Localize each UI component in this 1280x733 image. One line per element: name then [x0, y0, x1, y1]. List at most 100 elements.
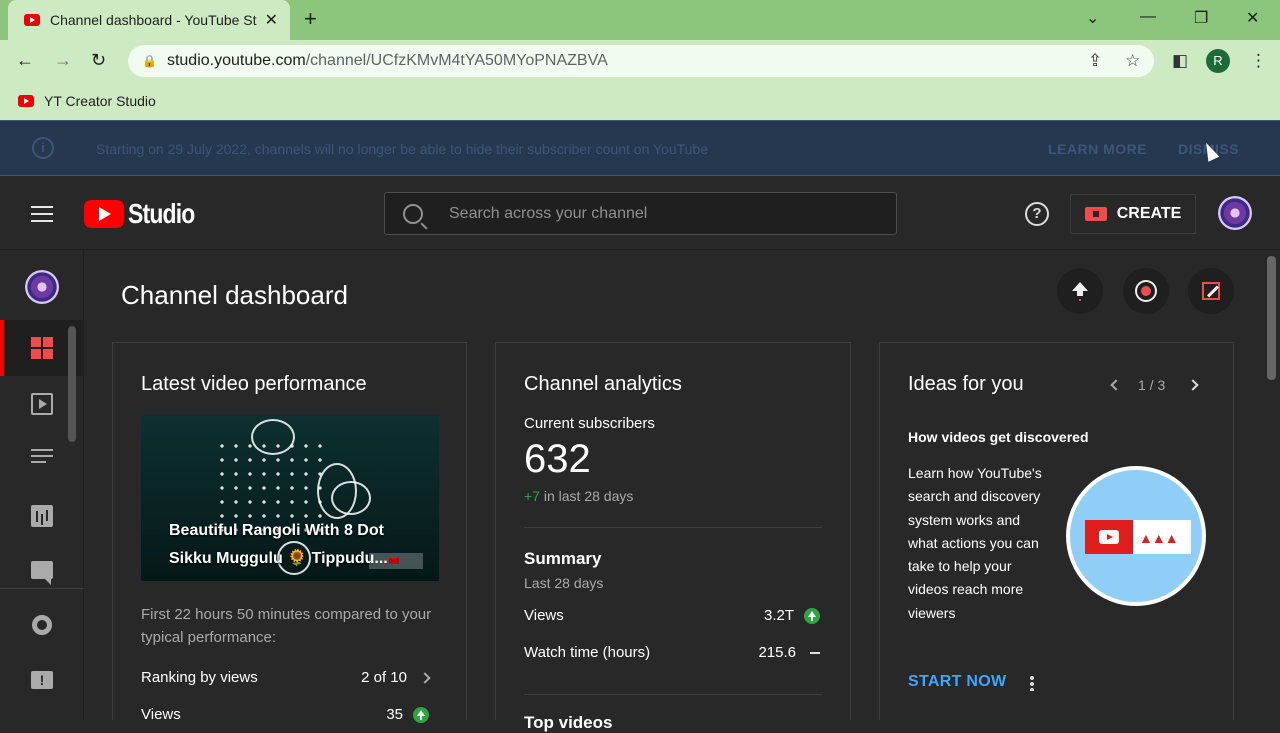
new-tab-icon[interactable]: + — [304, 6, 317, 32]
discovery-illustration: ▲▲▲ — [1066, 466, 1206, 606]
edit-post-icon — [1202, 282, 1220, 300]
help-icon[interactable]: ? — [1025, 202, 1049, 226]
subscribers-label: Current subscribers — [524, 415, 655, 432]
idea-body: Learn how YouTube's search and discovery… — [908, 465, 1042, 621]
browser-tabbar: Channel dashboard - YouTube Studio ✕ + ⌄… — [0, 0, 1280, 40]
browser-tab-active[interactable]: Channel dashboard - YouTube Studio ✕ — [8, 0, 290, 40]
views-label: Views — [141, 706, 181, 724]
comments-icon — [31, 561, 53, 585]
restore-icon[interactable]: ❐ — [1194, 8, 1208, 28]
ideas-pager-text: 1 / 3 — [1138, 377, 1166, 393]
watch-time-value: 215.6 — [758, 644, 796, 661]
sidebar-divider — [0, 588, 84, 589]
chevron-left-icon[interactable] — [1110, 379, 1122, 391]
subscribers-delta-suffix: in last 28 days — [539, 488, 634, 504]
ranking-value: 2 of 10 — [361, 669, 407, 686]
ranking-row[interactable]: Ranking by views 2 of 10 — [141, 669, 435, 686]
tab-title: Channel dashboard - YouTube Studio — [50, 12, 257, 28]
address-bar[interactable]: 🔒 studio.youtube.com/channel/UCfzKMvM4tY… — [128, 45, 1154, 77]
hamburger-menu-icon[interactable] — [31, 206, 53, 222]
analytics-views-label: Views — [524, 607, 564, 625]
youtube-logo-icon — [1085, 520, 1133, 554]
arrow-up-icon — [804, 608, 820, 625]
side-panel-icon[interactable]: ◧ — [1172, 51, 1188, 71]
lock-icon[interactable]: 🔒 — [142, 54, 157, 68]
playlists-icon — [31, 449, 53, 471]
chevron-right-icon[interactable] — [1187, 379, 1199, 391]
bookmark-yt-creator-studio[interactable]: YT Creator Studio — [44, 93, 156, 109]
analytics-divider — [524, 694, 822, 695]
thumbnail-progress-bar — [369, 553, 423, 569]
latest-video-title: Latest video performance — [141, 373, 367, 395]
tab-close-icon[interactable]: ✕ — [265, 10, 278, 30]
thumbnail-loop-shape — [251, 419, 295, 455]
bookmark-star-icon[interactable]: ☆ — [1125, 51, 1140, 71]
sidebar-item-feedback[interactable]: ! — [0, 654, 84, 706]
studio-logo[interactable]: Studio — [84, 198, 209, 230]
share-icon[interactable]: ⇪ — [1088, 51, 1102, 71]
tab-search-chevron-icon[interactable]: ⌄ — [1086, 8, 1099, 28]
latest-video-card: Latest video performance Beautiful Rango… — [112, 342, 467, 724]
bookmarks-bar: YT Creator Studio — [0, 82, 1280, 120]
close-window-icon[interactable]: ✕ — [1246, 8, 1259, 28]
back-icon[interactable]: ← — [16, 50, 34, 71]
create-button[interactable]: CREATE — [1070, 194, 1196, 234]
banner-message: Starting on 29 July 2022, channels will … — [96, 141, 709, 157]
dashboard-icon — [31, 337, 53, 359]
watch-time-label: Watch time (hours) — [524, 644, 651, 661]
upload-button[interactable] — [1057, 268, 1103, 314]
go-live-button[interactable] — [1123, 268, 1169, 314]
no-change-icon — [810, 652, 820, 655]
gear-icon — [32, 615, 52, 635]
analytics-views-row: Views 3.2T — [524, 607, 820, 625]
idea-title: How videos get discovered — [908, 429, 1089, 445]
sidebar: ! — [0, 250, 84, 720]
sidebar-item-analytics[interactable] — [0, 490, 84, 542]
reload-icon[interactable]: ↻ — [91, 50, 106, 71]
thumbnail-loop-shape — [331, 481, 371, 515]
browser-profile-avatar[interactable]: R — [1206, 49, 1230, 73]
url-host: studio.youtube.com — [166, 52, 306, 69]
create-post-button[interactable] — [1188, 268, 1234, 314]
channel-avatar[interactable] — [25, 270, 59, 304]
ideas-card: Ideas for you 1 / 3 How videos get disco… — [879, 342, 1234, 720]
upload-icon — [1072, 282, 1088, 300]
search-icon — [403, 203, 423, 224]
account-avatar[interactable] — [1218, 196, 1252, 230]
more-options-icon[interactable] — [1030, 675, 1034, 691]
subscribers-count: 632 — [524, 437, 591, 481]
top-videos-title: Top videos — [524, 713, 613, 732]
subscribers-delta: +7 in last 28 days — [524, 488, 633, 504]
search-box[interactable] — [384, 192, 897, 235]
youtube-favicon-icon — [18, 95, 34, 107]
youtube-favicon-icon — [24, 14, 40, 26]
start-now-button[interactable]: START NOW — [908, 673, 1006, 691]
browser-toolbar: ← → ↻ 🔒 studio.youtube.com/channel/UCfzK… — [0, 40, 1280, 82]
main-scrollbar[interactable] — [1267, 256, 1276, 380]
sidebar-item-settings[interactable] — [0, 599, 84, 651]
search-input[interactable] — [449, 204, 869, 223]
minimize-icon[interactable]: — — [1140, 8, 1156, 26]
ranking-label: Ranking by views — [141, 669, 258, 686]
browser-menu-icon[interactable]: ⋮ — [1250, 51, 1267, 71]
video-thumbnail[interactable]: Beautiful Rangoli With 8 Dot Sikku Muggu… — [141, 415, 439, 581]
channel-analytics-title: Channel analytics — [524, 373, 682, 395]
video-camera-icon — [1084, 207, 1107, 221]
audience-icon: ▲▲▲ — [1139, 530, 1179, 546]
sidebar-scrollbar[interactable] — [68, 326, 76, 442]
views-value: 35 — [386, 706, 403, 723]
live-icon — [1141, 286, 1151, 296]
watch-time-row: Watch time (hours) 215.6 — [524, 644, 820, 661]
views-row: Views 35 — [141, 706, 435, 724]
feedback-icon: ! — [31, 671, 53, 689]
forward-icon[interactable]: → — [54, 50, 72, 71]
create-label: CREATE — [1116, 205, 1182, 222]
youtube-play-icon — [84, 200, 124, 228]
learn-more-button[interactable]: LEARN MORE — [1048, 141, 1147, 157]
summary-subtitle: Last 28 days — [524, 575, 604, 591]
subscribers-delta-value: +7 — [524, 488, 540, 504]
ideas-title: Ideas for you — [908, 373, 1024, 395]
analytics-divider — [524, 527, 822, 528]
summary-title: Summary — [524, 549, 602, 568]
info-icon: i — [32, 137, 54, 159]
